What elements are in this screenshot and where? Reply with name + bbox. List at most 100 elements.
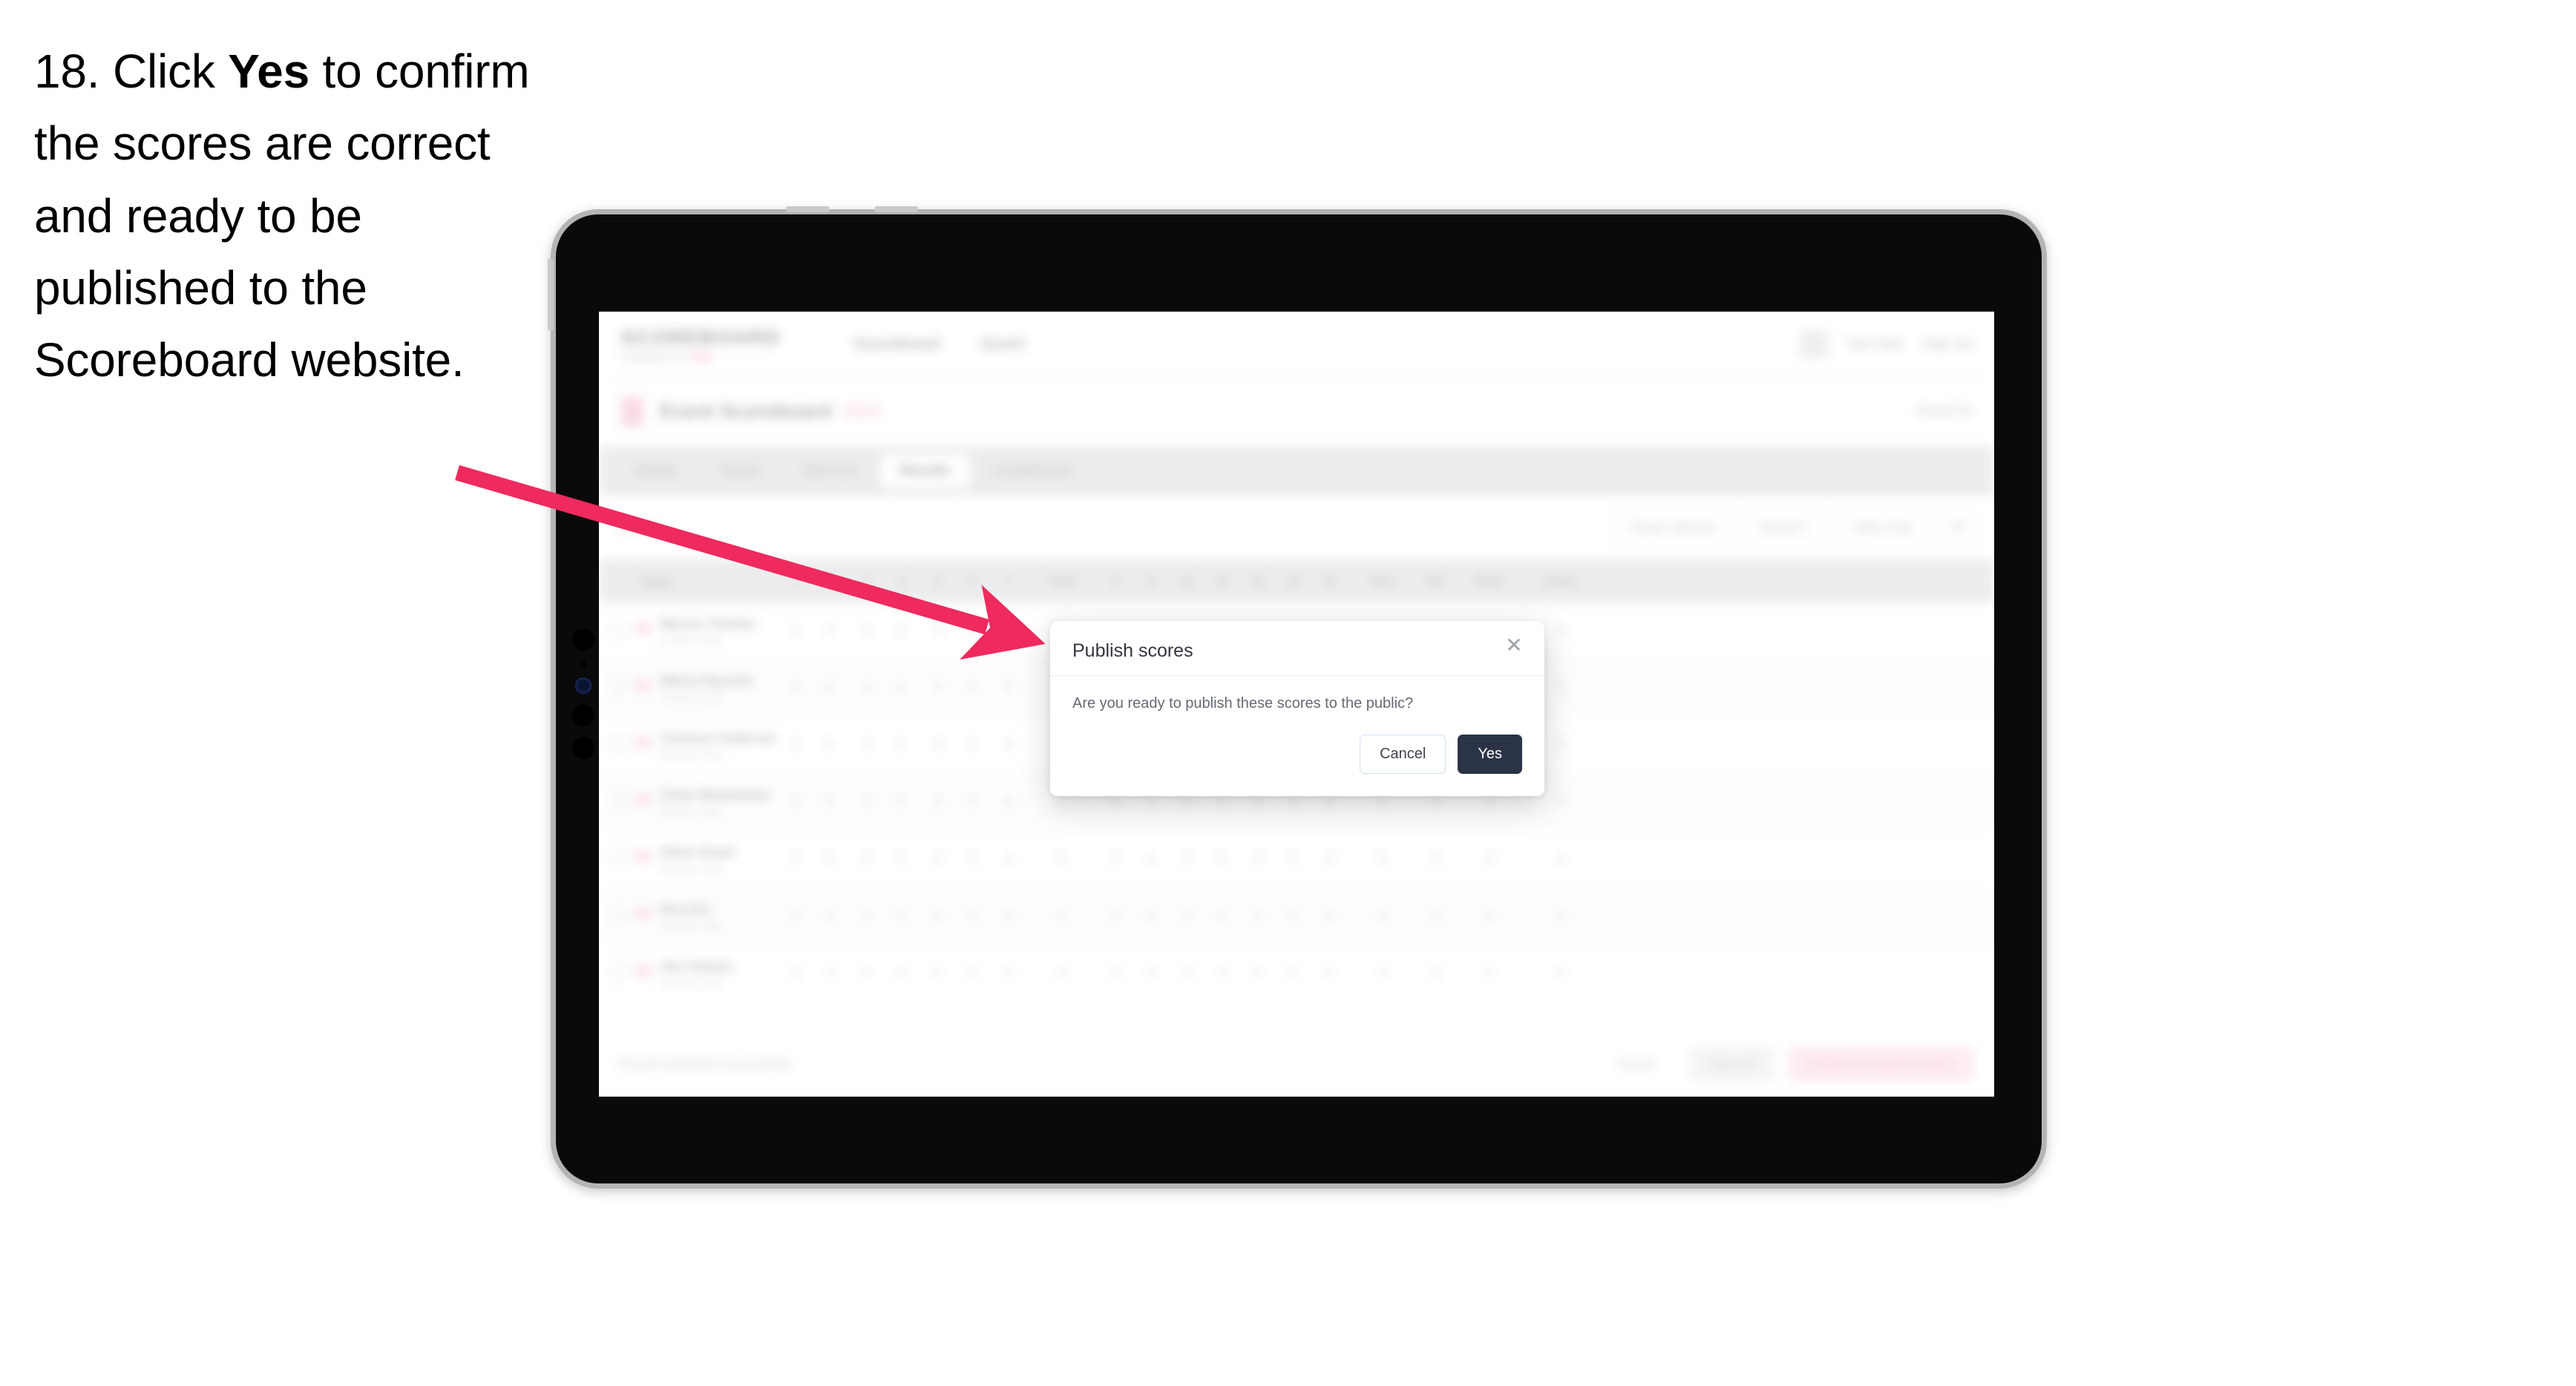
settings-icon[interactable]: ⚙ [1941, 511, 1975, 544]
avatar[interactable] [1799, 329, 1828, 358]
score-cell[interactable]: 0 [884, 967, 920, 980]
score-cell[interactable]: 0 [920, 910, 955, 923]
score-cell[interactable]: 0 [1525, 910, 1596, 923]
nav-item-scoreboard[interactable]: Scoreboard [853, 335, 940, 353]
row-checkbox[interactable] [609, 963, 626, 980]
tab-leaderboard[interactable]: Leaderboard [973, 454, 1092, 488]
score-cell[interactable]: 0 [1525, 967, 1596, 980]
table-row[interactable]: Alex Dubois Country / Club 0 0 0 0 0 0 0 0 0 0 0 0 0 0 0… [599, 945, 1994, 1002]
table-row[interactable]: Noa Kim Country / Club 0 0 0 0 0 0 0 0 0 0 0 0 0 0 0 0 0 0 0 [599, 888, 1994, 945]
score-cell[interactable]: 0 [1418, 853, 1454, 866]
volume-down-button[interactable] [875, 206, 918, 212]
sign-out-link[interactable]: Sign out [1923, 336, 1972, 352]
score-cell[interactable]: 0 [884, 910, 920, 923]
score-cell[interactable]: 0 [1454, 967, 1525, 980]
row-checkbox[interactable] [609, 906, 626, 923]
save-all-button[interactable]: Save all [1690, 1046, 1774, 1081]
table-row[interactable]: Oliver Stuart Country / Club 0 0 0 0 0 0 0 0 0 0 0 0 0… [599, 831, 1994, 888]
score-cell[interactable]: 0 [1205, 967, 1240, 980]
score-cell[interactable]: 0 [1205, 853, 1240, 866]
score-cell[interactable]: 0 [991, 795, 1026, 809]
score-cell[interactable]: 0 [813, 681, 848, 694]
row-checkbox[interactable] [609, 792, 626, 809]
score-cell[interactable]: 0 [991, 853, 1026, 866]
score-cell[interactable]: 0 [955, 853, 991, 866]
score-cell[interactable]: 0 [1026, 853, 1098, 866]
score-cell[interactable]: 0 [848, 910, 884, 923]
score-cell[interactable]: 0 [920, 795, 955, 809]
score-cell[interactable]: 0 [1026, 967, 1098, 980]
cancel-button[interactable]: Cancel [1360, 735, 1446, 774]
score-cell[interactable]: 0 [1276, 910, 1311, 923]
publish-provisional-button[interactable]: Publish provisional results [1789, 1046, 1973, 1081]
score-cell[interactable]: 0 [1454, 910, 1525, 923]
score-cell[interactable]: 0 [813, 738, 848, 752]
score-cell[interactable]: 0 [991, 738, 1026, 752]
score-cell[interactable]: 0 [1133, 910, 1169, 923]
score-cell[interactable]: 0 [920, 624, 955, 637]
score-cell[interactable]: 0 [848, 624, 884, 637]
score-cell[interactable]: 0 [813, 624, 848, 637]
score-cell[interactable]: 0 [777, 624, 813, 637]
score-cell[interactable]: 0 [1347, 795, 1418, 809]
score-cell[interactable]: 0 [955, 967, 991, 980]
yes-button[interactable]: Yes [1458, 735, 1522, 774]
score-cell[interactable]: 0 [1454, 853, 1525, 866]
tab-start-list[interactable]: Start List [783, 454, 877, 488]
score-cell[interactable]: 0 [1169, 967, 1205, 980]
score-cell[interactable]: 0 [1454, 795, 1525, 809]
score-cell[interactable]: 0 [1418, 910, 1454, 923]
row-checkbox[interactable] [609, 735, 626, 752]
score-cell[interactable]: 0 [1347, 910, 1418, 923]
score-cell[interactable]: 0 [848, 681, 884, 694]
score-cell[interactable]: 0 [1169, 910, 1205, 923]
score-cell[interactable]: 0 [1311, 795, 1347, 809]
power-button[interactable] [548, 259, 554, 330]
score-cell[interactable]: 0 [884, 795, 920, 809]
score-cell[interactable]: 0 [991, 967, 1026, 980]
score-cell[interactable]: 0 [884, 738, 920, 752]
score-cell[interactable]: 0 [955, 624, 991, 637]
score-cell[interactable]: 0 [1240, 853, 1276, 866]
score-cell[interactable]: 0 [920, 681, 955, 694]
score-cell[interactable]: 0 [1276, 967, 1311, 980]
tab-teams[interactable]: Teams [700, 454, 780, 488]
tab-results[interactable]: Results [880, 454, 970, 488]
score-cell[interactable]: 0 [1026, 910, 1098, 923]
score-cell[interactable]: 0 [1525, 853, 1596, 866]
score-cell[interactable]: 0 [1205, 795, 1240, 809]
close-icon[interactable]: ✕ [1501, 633, 1527, 658]
score-cell[interactable]: 0 [1418, 795, 1454, 809]
score-cell[interactable]: 0 [991, 624, 1026, 637]
score-cell[interactable]: 0 [991, 681, 1026, 694]
score-cell[interactable]: 0 [1098, 967, 1133, 980]
footer-cancel-link[interactable]: Cancel [1598, 1047, 1676, 1081]
score-cell[interactable]: 0 [955, 910, 991, 923]
score-cell[interactable]: 0 [777, 910, 813, 923]
score-cell[interactable]: 0 [1525, 795, 1596, 809]
view-selector[interactable]: Table Only [1837, 511, 1928, 544]
score-cell[interactable]: 0 [1098, 853, 1133, 866]
tab-details[interactable]: Details [615, 454, 697, 488]
score-cell[interactable]: 0 [848, 738, 884, 752]
nav-item-event[interactable]: Event [982, 335, 1024, 353]
volume-up-button[interactable] [786, 206, 829, 212]
score-cell[interactable]: 0 [848, 795, 884, 809]
score-cell[interactable]: 0 [777, 681, 813, 694]
score-cell[interactable]: 0 [955, 681, 991, 694]
score-cell[interactable]: 0 [955, 738, 991, 752]
score-cell[interactable]: 0 [777, 738, 813, 752]
phase-selector[interactable]: Phase Selector [1614, 511, 1732, 544]
score-cell[interactable]: 0 [1240, 910, 1276, 923]
score-cell[interactable]: 0 [920, 738, 955, 752]
score-cell[interactable]: 0 [777, 967, 813, 980]
score-cell[interactable]: 0 [1169, 853, 1205, 866]
score-cell[interactable]: 0 [777, 795, 813, 809]
score-cell[interactable]: 0 [1276, 853, 1311, 866]
search-input[interactable]: Search [618, 520, 661, 536]
score-cell[interactable]: 0 [1205, 910, 1240, 923]
score-cell[interactable]: 0 [920, 967, 955, 980]
brand-logo[interactable]: SCOREBOARD POWERED BY RED [621, 326, 781, 362]
row-checkbox[interactable] [609, 620, 626, 637]
score-cell[interactable]: 0 [1240, 795, 1276, 809]
